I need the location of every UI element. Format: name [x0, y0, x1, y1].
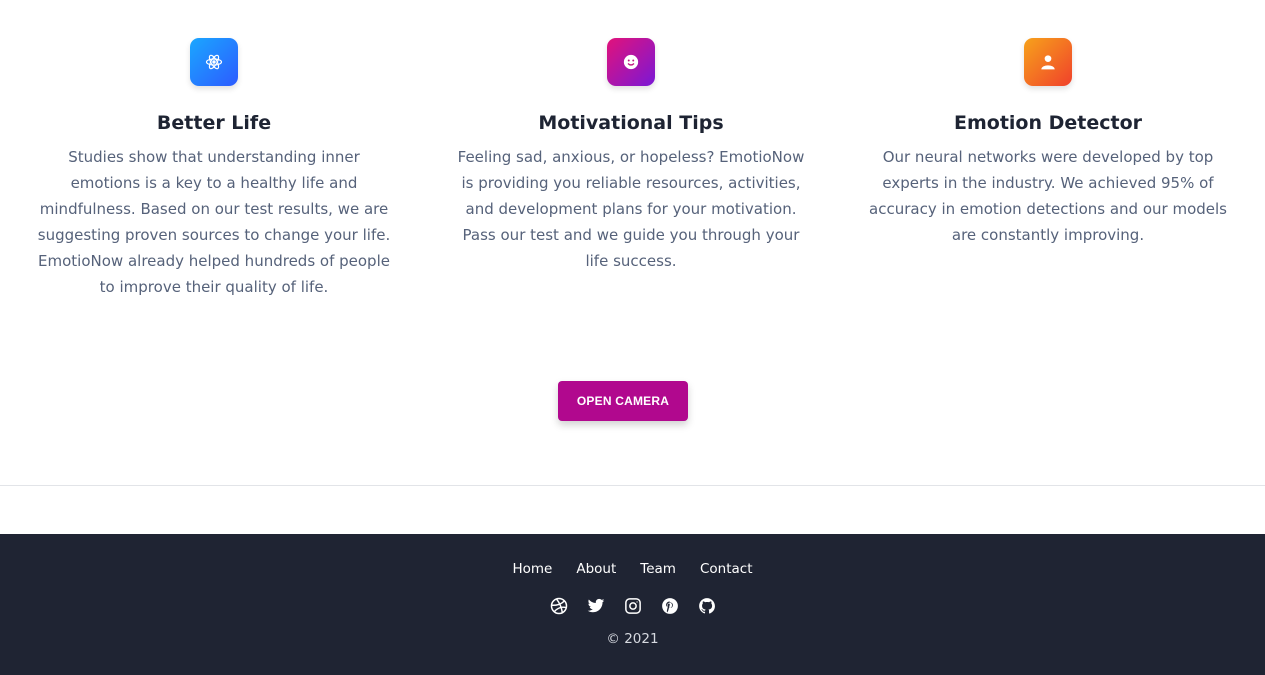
footer-link-home[interactable]: Home — [512, 559, 552, 579]
feature-text: Feeling sad, anxious, or hopeless? Emoti… — [457, 148, 805, 270]
features-section: Better Life Studies show that understand… — [0, 0, 1265, 485]
github-icon[interactable] — [698, 597, 716, 615]
feature-emotion-detector: Emotion Detector Our neural networks wer… — [868, 38, 1228, 248]
open-camera-button[interactable]: OPEN CAMERA — [558, 381, 688, 421]
smile-icon — [607, 38, 655, 86]
feature-better-life: Better Life Studies show that understand… — [34, 38, 394, 300]
divider — [0, 485, 1265, 486]
atom-icon — [190, 38, 238, 86]
footer-nav: Home About Team Contact — [0, 559, 1265, 579]
user-icon — [1024, 38, 1072, 86]
feature-title: Motivational Tips — [538, 112, 724, 134]
instagram-icon[interactable] — [624, 597, 642, 615]
footer-link-team[interactable]: Team — [640, 559, 676, 579]
feature-title: Emotion Detector — [953, 112, 1142, 134]
twitter-icon[interactable] — [587, 597, 605, 615]
pinterest-icon[interactable] — [661, 597, 679, 615]
feature-text: Studies show that understanding inner em… — [37, 148, 391, 296]
footer-link-about[interactable]: About — [576, 559, 616, 579]
feature-title: Better Life — [156, 112, 272, 134]
copyright: © 2021 — [606, 631, 659, 647]
feature-text: Our neural networks were developed by to… — [869, 148, 1227, 244]
social-links — [0, 597, 1265, 615]
dribbble-icon[interactable] — [550, 597, 568, 615]
footer-link-contact[interactable]: Contact — [700, 559, 753, 579]
footer: Home About Team Contact © 2021 — [0, 534, 1265, 675]
feature-motivational-tips: Motivational Tips Feeling sad, anxious, … — [451, 38, 811, 274]
